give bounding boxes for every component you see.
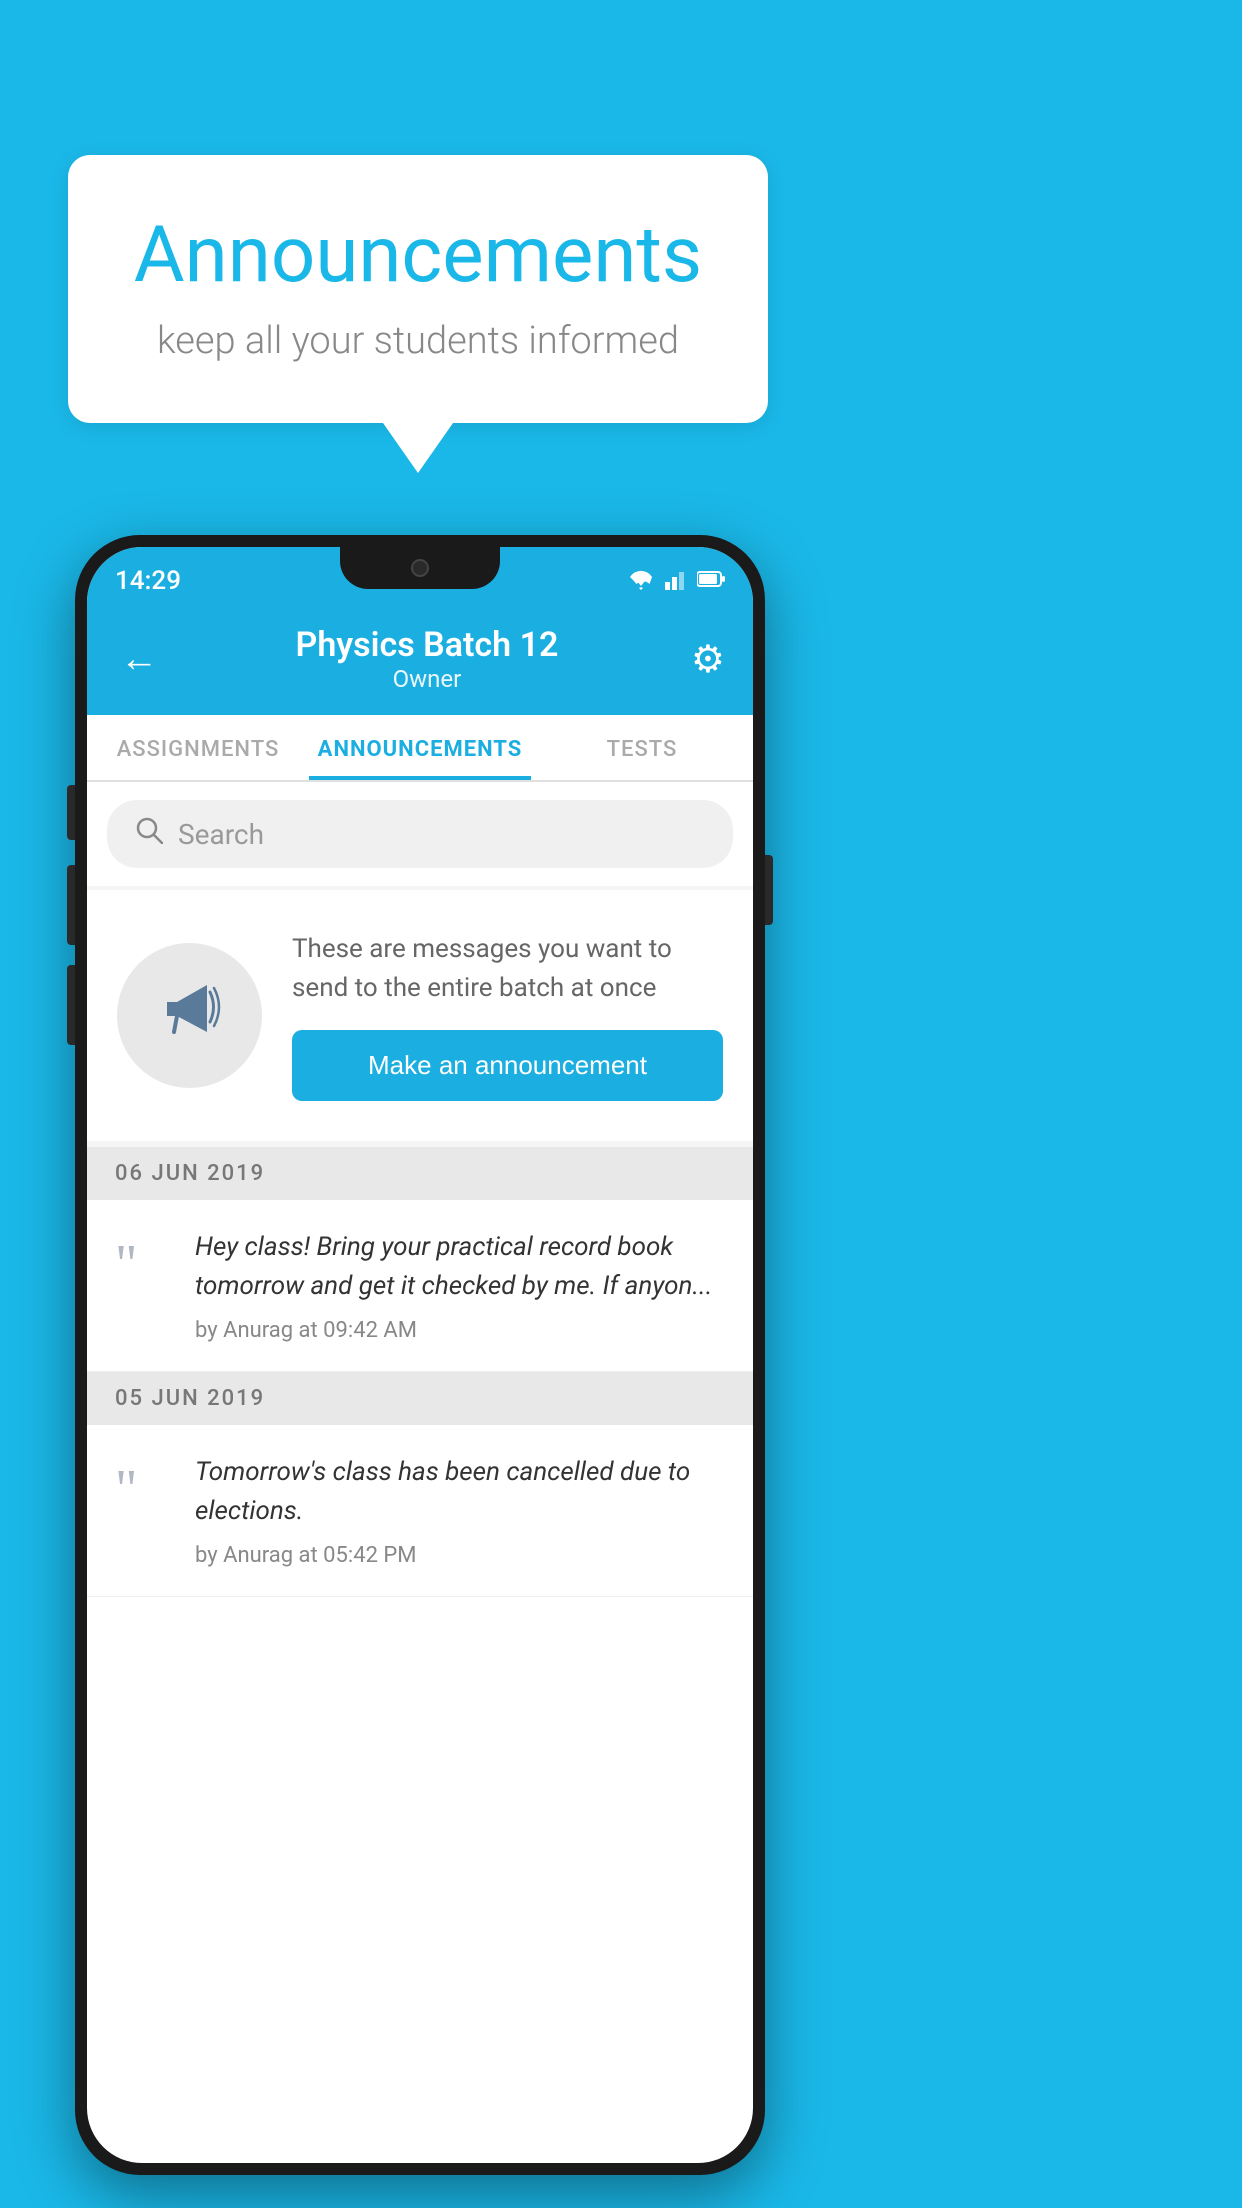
tab-tests[interactable]: TESTS [531,715,753,780]
back-button[interactable]: ← [115,632,163,686]
wifi-icon [627,568,655,594]
search-icon [135,816,163,852]
quote-icon-1: " [115,1228,170,1291]
app-bar-title: Physics Batch 12 [163,625,691,665]
app-bar: ← Physics Batch 12 Owner ⚙ [87,607,753,715]
announcement-content-2: Tomorrow's class has been cancelled due … [195,1453,725,1568]
app-bar-subtitle: Owner [163,665,691,693]
announcement-item-2[interactable]: " Tomorrow's class has been cancelled du… [87,1425,753,1597]
announcement-content-1: Hey class! Bring your practical record b… [195,1228,725,1343]
announce-prompt-text: These are messages you want to send to t… [292,930,723,1008]
announcement-item-1[interactable]: " Hey class! Bring your practical record… [87,1200,753,1372]
status-icons [627,568,725,594]
status-time: 14:29 [115,566,181,596]
announcement-meta-1: by Anurag at 09:42 AM [195,1318,725,1343]
speech-bubble-tail [383,423,453,473]
speech-bubble: Announcements keep all your students inf… [68,155,768,423]
quote-icon-2: " [115,1453,170,1516]
search-bar[interactable]: Search [107,800,733,868]
volume-down-button [67,965,75,1045]
phone-screen: 14:29 [87,547,753,2163]
megaphone-icon [152,970,227,1062]
search-bar-section: Search [87,782,753,886]
app-bar-center: Physics Batch 12 Owner [163,625,691,693]
content-area: Search [87,782,753,1597]
camera-dot [411,559,429,577]
tab-assignments[interactable]: ASSIGNMENTS [87,715,309,780]
battery-icon [697,570,725,592]
tab-bar: ASSIGNMENTS ANNOUNCEMENTS TESTS [87,715,753,782]
announce-prompt-right: These are messages you want to send to t… [292,930,723,1101]
speech-bubble-title: Announcements [128,210,708,301]
volume-mute-button [67,785,75,840]
date-separator-2: 05 JUN 2019 [87,1372,753,1425]
announcement-meta-2: by Anurag at 05:42 PM [195,1543,725,1568]
gear-icon[interactable]: ⚙ [691,637,725,682]
announcement-prompt: These are messages you want to send to t… [87,890,753,1141]
speech-bubble-section: Announcements keep all your students inf… [68,155,768,473]
phone-frame: 14:29 [75,535,765,2175]
search-placeholder: Search [178,818,264,851]
tab-announcements[interactable]: ANNOUNCEMENTS [309,715,531,780]
announcement-text-2: Tomorrow's class has been cancelled due … [195,1453,725,1531]
announcement-text-1: Hey class! Bring your practical record b… [195,1228,725,1306]
power-button [765,855,773,925]
signal-icon [665,568,687,594]
phone-notch [340,547,500,589]
volume-up-button [67,865,75,945]
phone-mockup: 14:29 [75,535,765,2175]
announce-icon-circle [117,943,262,1088]
make-announcement-button[interactable]: Make an announcement [292,1030,723,1101]
date-separator-1: 06 JUN 2019 [87,1147,753,1200]
speech-bubble-subtitle: keep all your students informed [128,319,708,363]
